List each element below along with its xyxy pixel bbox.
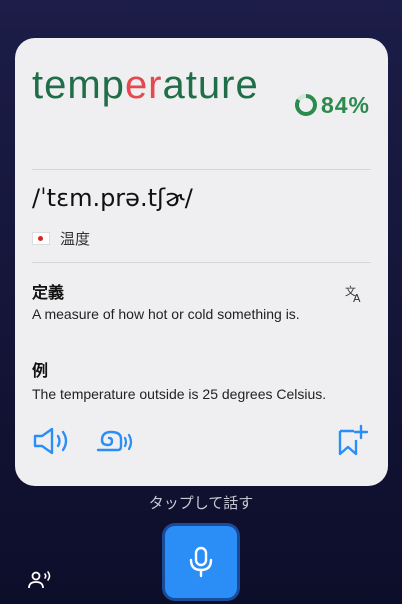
translate-icon[interactable]: 文 A [344,284,364,304]
definition-text: A measure of how hot or cold something i… [32,306,300,322]
score-text: 84% [320,91,370,118]
divider [32,262,371,263]
score-indicator: 84% [294,90,370,120]
example-label: 例 [32,363,49,380]
score-ring-icon [294,94,317,116]
slow-speaker-icon[interactable] [96,428,138,456]
word-card: temperature 84% /ˈtɛm.prə.tʃɚ/ 温度 定義 文 A… [15,38,388,486]
word-part-after: ature [162,63,259,107]
person-voice-icon[interactable] [28,570,52,590]
divider [32,169,371,170]
bookmark-add-icon[interactable] [336,424,370,458]
speaker-icon[interactable] [32,426,74,456]
definition-label: 定義 [32,285,65,302]
word-part-before: temp [32,63,125,107]
mic-icon [189,546,213,578]
svg-text:A: A [353,292,361,304]
word-part-highlight: er [124,63,163,107]
translation: 温度 [32,228,90,249]
target-word: temperature [32,56,272,114]
example-text: The temperature outside is 25 degrees Ce… [32,386,327,402]
tap-to-speak-label: タップして話す [148,495,254,512]
translation-text: 温度 [60,231,91,248]
mic-button[interactable] [165,526,237,598]
japan-flag-icon [32,232,50,245]
pronunciation: /ˈtɛm.prə.tʃɚ/ [32,184,193,212]
